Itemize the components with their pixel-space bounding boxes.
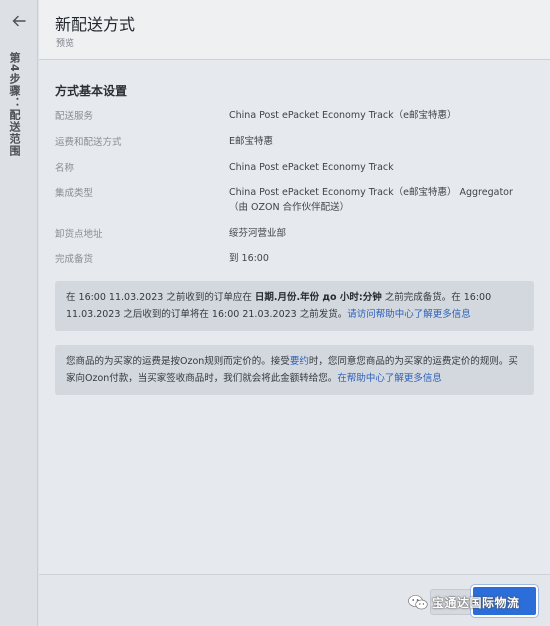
watermark: 宝通达国际物流 xyxy=(408,592,520,612)
shipping-deadline-notice: 在 16:00 11.03.2023 之前收到的订单应在 日期.月份.年份 до… xyxy=(55,281,534,331)
shipping-fee-notice: 您商品的为买家的运费是按Ozon规则而定价的。接受要约时，您同意您商品的为买家的… xyxy=(55,345,534,395)
detail-value: 到 16:00 xyxy=(229,253,269,264)
detail-label: 卸货点地址 xyxy=(55,229,103,240)
page-title: 新配送方式 xyxy=(55,15,136,34)
arrow-left-icon-graphic xyxy=(12,15,26,27)
detail-value: China Post ePacket Economy Track（e邮宝特惠） … xyxy=(229,187,513,213)
detail-label: 运费和配送方式 xyxy=(55,137,122,148)
main-panel: 新配送方式 预览 方式基本设置 配送服务 China Post ePacket … xyxy=(39,0,550,626)
detail-label: 集成类型 xyxy=(55,188,94,199)
detail-value: China Post ePacket Economy Track xyxy=(229,162,394,173)
detail-value: 绥芬河营业部 xyxy=(229,228,287,239)
detail-label: 名称 xyxy=(55,163,75,174)
page-header: 新配送方式 预览 xyxy=(39,0,550,60)
page-subtitle: 预览 xyxy=(56,39,75,49)
side-rail: 第4步骤：配送范围 xyxy=(0,0,38,626)
arrow-left-icon[interactable] xyxy=(9,11,29,31)
notice-bold-text: 日期.月份.年份 до 小时:分钟 xyxy=(254,292,382,303)
watermark-text: 宝通达国际物流 xyxy=(432,595,520,610)
help-center-link[interactable]: 在帮助中心了解更多信息 xyxy=(337,373,442,384)
notice-text: 您商品的为买家的运费是按Ozon规则而定价的。接受 xyxy=(66,356,290,367)
wechat-icon xyxy=(408,594,428,610)
detail-label: 配送服务 xyxy=(55,111,94,122)
offer-link[interactable]: 要约 xyxy=(290,356,309,367)
detail-value: E邮宝特惠 xyxy=(229,136,274,147)
notice-text: 在 16:00 11.03.2023 之前收到的订单应在 xyxy=(66,292,255,303)
section-title: 方式基本设置 xyxy=(55,84,128,98)
detail-value: China Post ePacket Economy Track（e邮宝特惠） xyxy=(229,110,457,121)
detail-label: 完成备货 xyxy=(55,254,94,265)
step-label: 第4步骤：配送范围 xyxy=(8,52,21,157)
help-center-link[interactable]: 请访问帮助中心了解更多信息 xyxy=(347,309,471,320)
